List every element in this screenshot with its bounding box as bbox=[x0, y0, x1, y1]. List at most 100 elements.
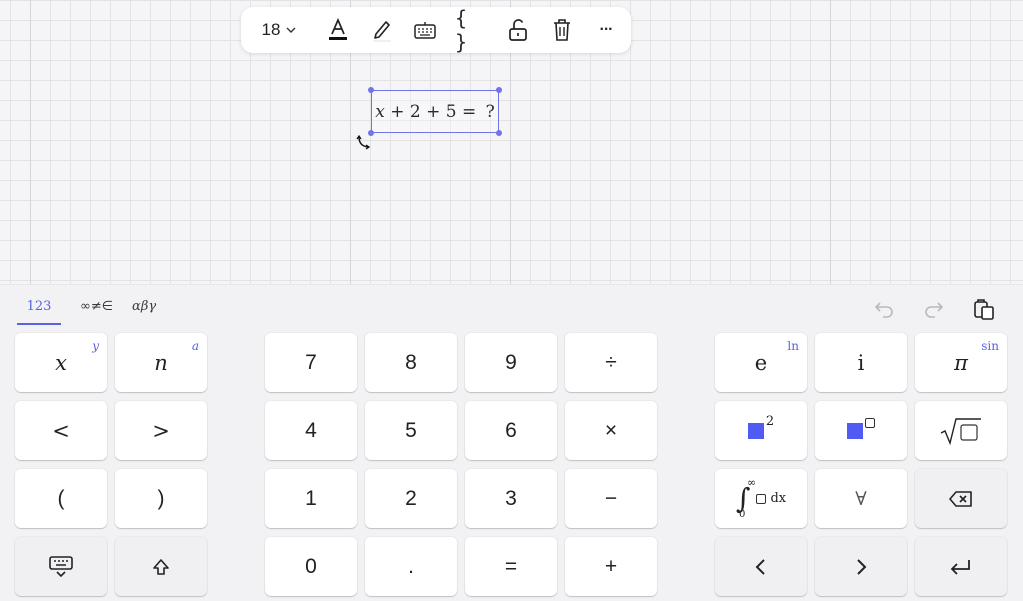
math-canvas[interactable]: 18 { } ··· x + 2 + 5 = ? bbox=[0, 0, 1023, 284]
key-power[interactable] bbox=[815, 401, 907, 460]
math-variable-x: x bbox=[375, 101, 385, 122]
placeholder-square-icon bbox=[847, 422, 863, 439]
key-minus[interactable]: − bbox=[565, 469, 657, 528]
clipboard-button[interactable] bbox=[971, 296, 997, 322]
key-shift-label: sin bbox=[981, 339, 999, 353]
element-toolbar: 18 { } ··· bbox=[241, 6, 631, 54]
text-color-button[interactable] bbox=[325, 7, 351, 53]
latex-braces-button[interactable]: { } bbox=[455, 6, 483, 54]
key-square[interactable]: 2 bbox=[715, 401, 807, 460]
square-root-icon bbox=[940, 417, 981, 445]
tab-greek[interactable]: αβγ bbox=[132, 299, 156, 325]
key-decimal[interactable]: . bbox=[365, 537, 457, 596]
backspace-icon bbox=[949, 490, 972, 507]
enter-return-icon bbox=[950, 559, 970, 575]
chevron-down-icon bbox=[286, 27, 296, 33]
key-label: 7 bbox=[305, 350, 317, 374]
key-plus[interactable]: + bbox=[565, 537, 657, 596]
key-label: 5 bbox=[405, 418, 417, 442]
key-0[interactable]: 0 bbox=[265, 537, 357, 596]
key-label: × bbox=[604, 418, 618, 442]
braces-icon: { } bbox=[455, 6, 468, 54]
rotate-cursor-icon bbox=[356, 134, 371, 150]
shift-key[interactable] bbox=[115, 537, 207, 596]
key-i[interactable]: i bbox=[815, 333, 907, 392]
tab-numeric[interactable]: 123 bbox=[17, 299, 61, 325]
key-5[interactable]: 5 bbox=[365, 401, 457, 460]
key-multiply[interactable]: × bbox=[565, 401, 657, 460]
key-label: ( bbox=[57, 486, 65, 510]
backspace-key[interactable] bbox=[915, 469, 1007, 528]
grid-line bbox=[30, 0, 31, 284]
key-shift-label: a bbox=[191, 339, 199, 353]
key-label: ÷ bbox=[605, 350, 617, 374]
key-integral[interactable]: ∫ ∞ 0 dx bbox=[715, 469, 807, 528]
virtual-keyboard-button[interactable] bbox=[411, 7, 439, 53]
key-label: > bbox=[152, 418, 170, 443]
integral-upper: ∞ bbox=[747, 476, 757, 489]
key-x[interactable]: xy bbox=[15, 333, 107, 392]
key-n[interactable]: na bbox=[115, 333, 207, 392]
chevron-right-icon bbox=[857, 558, 867, 575]
enter-key[interactable] bbox=[915, 537, 1007, 596]
key-e[interactable]: e ln bbox=[715, 333, 807, 392]
key-label: 4 bbox=[305, 418, 317, 442]
delete-button[interactable] bbox=[549, 7, 575, 53]
highlight-button[interactable] bbox=[369, 7, 395, 53]
undo-button[interactable] bbox=[871, 296, 897, 322]
text-color-icon bbox=[329, 17, 347, 40]
key-label: x bbox=[55, 350, 67, 375]
integrand-placeholder-icon bbox=[756, 493, 767, 504]
key-sqrt[interactable] bbox=[915, 401, 1007, 460]
font-size-value: 18 bbox=[261, 20, 281, 39]
key-pi[interactable]: π sin bbox=[915, 333, 1007, 392]
exponent-label: 2 bbox=[765, 414, 775, 429]
key-1[interactable]: 1 bbox=[265, 469, 357, 528]
key-label: 3 bbox=[505, 486, 517, 510]
key-label: π bbox=[954, 350, 968, 375]
keyboard-icon bbox=[414, 22, 436, 39]
math-expression-element[interactable]: x + 2 + 5 = ? bbox=[371, 90, 499, 133]
resize-handle-top-left[interactable] bbox=[368, 87, 374, 93]
key-7[interactable]: 7 bbox=[265, 333, 357, 392]
key-label: ) bbox=[157, 486, 165, 510]
hide-keyboard-button[interactable] bbox=[15, 537, 107, 596]
key-close-paren[interactable]: ) bbox=[115, 469, 207, 528]
move-right-key[interactable] bbox=[815, 537, 907, 596]
lock-button[interactable] bbox=[505, 7, 531, 53]
key-6[interactable]: 6 bbox=[465, 401, 557, 460]
resize-handle-bottom-right[interactable] bbox=[496, 130, 502, 136]
redo-button[interactable] bbox=[921, 296, 947, 322]
resize-handle-top-right[interactable] bbox=[496, 87, 502, 93]
key-label: i bbox=[857, 350, 865, 375]
key-label: 0 bbox=[305, 554, 317, 578]
more-options-button[interactable]: ··· bbox=[593, 7, 619, 53]
key-equals[interactable]: = bbox=[465, 537, 557, 596]
key-label: 9 bbox=[505, 350, 517, 374]
placeholder-square-icon bbox=[747, 422, 764, 439]
highlight-pen-icon bbox=[373, 21, 391, 42]
chevron-left-icon bbox=[755, 558, 765, 575]
key-less-than[interactable]: < bbox=[15, 401, 107, 460]
key-4[interactable]: 4 bbox=[265, 401, 357, 460]
key-8[interactable]: 8 bbox=[365, 333, 457, 392]
key-2[interactable]: 2 bbox=[365, 469, 457, 528]
move-left-key[interactable] bbox=[715, 537, 807, 596]
key-forall[interactable]: ∀ bbox=[815, 469, 907, 528]
key-divide[interactable]: ÷ bbox=[565, 333, 657, 392]
exponent-placeholder-icon bbox=[865, 417, 875, 428]
redo-icon bbox=[925, 302, 944, 318]
key-greater-than[interactable]: > bbox=[115, 401, 207, 460]
keyboard-hide-icon bbox=[49, 555, 73, 577]
keyboard-layout-tabs: 123 ∞≠∈ αβγ bbox=[17, 299, 175, 325]
key-label: 2 bbox=[405, 486, 417, 510]
key-label: ∀ bbox=[855, 487, 867, 510]
font-size-dropdown[interactable]: 18 bbox=[253, 7, 305, 53]
key-open-paren[interactable]: ( bbox=[15, 469, 107, 528]
key-9[interactable]: 9 bbox=[465, 333, 557, 392]
tab-symbols[interactable]: ∞≠∈ bbox=[80, 299, 113, 325]
math-placeholder[interactable]: ? bbox=[486, 102, 495, 122]
key-label: e bbox=[754, 350, 768, 375]
key-3[interactable]: 3 bbox=[465, 469, 557, 528]
unlock-icon bbox=[509, 19, 527, 41]
